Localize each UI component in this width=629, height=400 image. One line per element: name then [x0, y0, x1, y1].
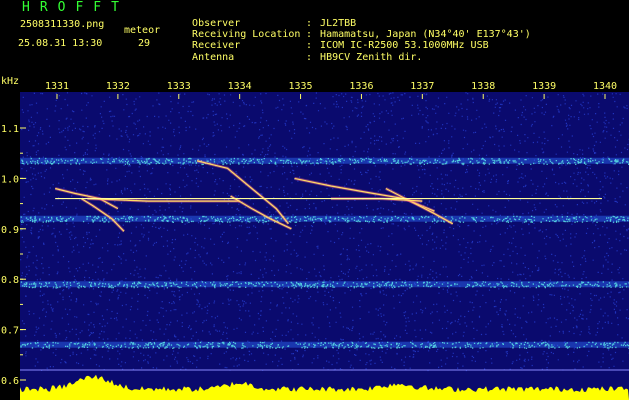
y-tick-label: 0.7 [1, 326, 19, 337]
y-tick-label: 0.9 [1, 225, 19, 236]
x-tick-label: 1334 [228, 81, 252, 92]
spectrogram-background [20, 92, 629, 400]
spectrogram-plot: 1331 1332 1333 1334 1335 1336 1337 1338 1339 1340… [1, 76, 629, 400]
x-tick-label: 1336 [349, 81, 373, 92]
x-tick-label: 1332 [106, 81, 130, 92]
x-tick-label: 1338 [471, 81, 495, 92]
x-tick-label: 1339 [532, 81, 556, 92]
x-tick-label: 1337 [410, 81, 434, 92]
x-tick-label: 1340 [593, 81, 617, 92]
y-tick-label: 1.0 [1, 174, 19, 185]
y-tick-label: 1.1 [1, 124, 19, 135]
y-tick-label: 0.6 [1, 376, 19, 387]
noise-band [20, 157, 629, 164]
y-unit-label: kHz [1, 76, 19, 87]
y-tick-label: 0.8 [1, 275, 19, 286]
x-tick-label: 1331 [45, 81, 69, 92]
x-tick-label: 1335 [289, 81, 313, 92]
x-tick-label: 1333 [167, 81, 191, 92]
